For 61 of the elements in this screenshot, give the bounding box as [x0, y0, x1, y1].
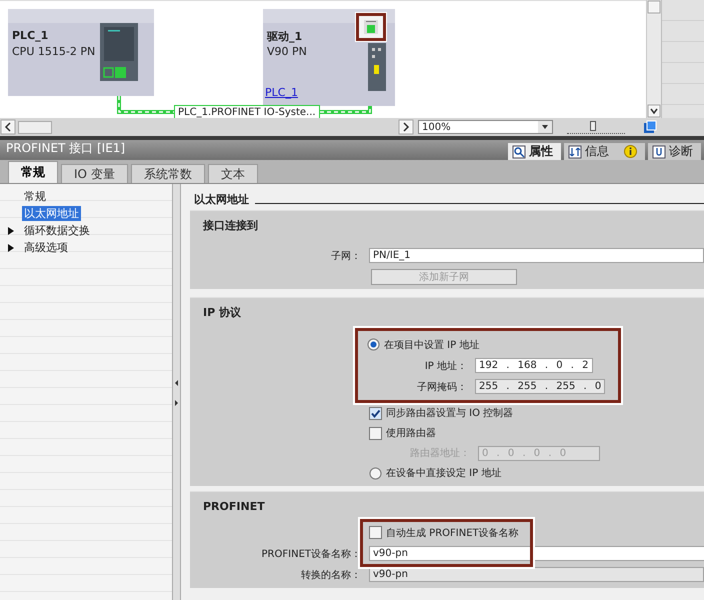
- expand-arrow-icon[interactable]: [8, 226, 14, 234]
- subnet-mask-field[interactable]: 255 . 255 . 255 . 0: [475, 379, 606, 394]
- network-label[interactable]: PLC_1.PROFINET IO-Syste...: [174, 105, 320, 118]
- device-card[interactable]: PLC_1 CPU 1515-2 PN: [8, 9, 154, 96]
- window-icon[interactable]: [643, 120, 657, 134]
- option-label[interactable]: 在设备中直接设定 IP 地址: [386, 466, 502, 480]
- dropdown-icon: [538, 121, 552, 133]
- scroll-down-icon[interactable]: [647, 104, 661, 118]
- section-title: PROFINET: [203, 498, 266, 514]
- ip-address-field[interactable]: 192 . 168 . 0 . 2: [475, 358, 593, 373]
- checkbox[interactable]: [369, 426, 382, 440]
- zoom-select[interactable]: 100%: [418, 120, 553, 134]
- scroll-thumb[interactable]: [18, 120, 52, 134]
- scroll-right-icon[interactable]: [398, 119, 414, 135]
- properties-tab[interactable]: 属性: [508, 143, 561, 160]
- section-title: IP 协议: [203, 304, 242, 320]
- device-card[interactable]: 驱动_1 V90 PN PLC_1: [263, 9, 395, 106]
- slider-thumb[interactable]: [590, 121, 596, 131]
- field-label: PROFINET设备名称：: [260, 548, 362, 560]
- checkbox[interactable]: [369, 406, 382, 420]
- diagnostics-tab[interactable]: 诊断: [648, 143, 701, 160]
- plc-module-icon: [100, 23, 138, 81]
- plc-link[interactable]: PLC_1: [265, 86, 298, 99]
- zoom-slider[interactable]: [567, 120, 625, 134]
- splitter-arrows-icon: [174, 378, 179, 408]
- option-label[interactable]: 在项目中设置 IP 地址: [384, 338, 480, 352]
- device-name: 驱动_1: [267, 29, 302, 44]
- field-label: 子网掩码：: [416, 380, 468, 394]
- radio-button[interactable]: [369, 466, 382, 480]
- device-model: V90 PN: [267, 45, 307, 58]
- drive-module-icon: [368, 43, 386, 91]
- option-label[interactable]: 自动生成 PROFINET设备名称: [386, 526, 519, 540]
- section-heading: 以太网地址: [194, 192, 249, 206]
- converted-name-field[interactable]: v90-pn: [369, 567, 704, 582]
- section-title: 接口连接到: [203, 218, 259, 234]
- field-label: 转换的名称：: [300, 568, 362, 582]
- nav-item[interactable]: 以太网地址: [22, 206, 81, 221]
- checkbox[interactable]: [369, 526, 382, 539]
- inspector-title: PROFINET 接口 [IE1]: [5, 140, 126, 157]
- expand-arrow-icon[interactable]: [8, 244, 14, 252]
- subnet-field[interactable]: PN/IE_1: [369, 248, 704, 263]
- nav-item[interactable]: 高级选项: [22, 240, 70, 255]
- nav-item[interactable]: 循环数据交换: [22, 223, 92, 238]
- nav-item[interactable]: 常规: [22, 189, 48, 204]
- tab[interactable]: 系统常数: [130, 164, 205, 183]
- tab[interactable]: 文本: [208, 164, 258, 183]
- status-module-icon: [364, 20, 378, 34]
- radio-button[interactable]: [367, 338, 380, 351]
- info-tab[interactable]: 信息: [564, 143, 645, 160]
- device-name: PLC_1: [12, 29, 48, 42]
- device-name-field[interactable]: v90-pn: [369, 546, 704, 561]
- field-label: IP 地址：: [424, 360, 468, 372]
- field-label: 子网：: [330, 250, 362, 262]
- scroll-left-icon[interactable]: [0, 119, 16, 135]
- diagnostics-icon: [652, 144, 666, 158]
- tab[interactable]: 常规: [8, 161, 58, 183]
- option-label[interactable]: 同步路由器设置与 IO 控制器: [386, 406, 514, 420]
- tab[interactable]: IO 变量: [61, 164, 128, 183]
- option-label[interactable]: 使用路由器: [386, 426, 436, 440]
- device-model: CPU 1515-2 PN: [12, 45, 96, 58]
- properties-icon: [512, 144, 526, 158]
